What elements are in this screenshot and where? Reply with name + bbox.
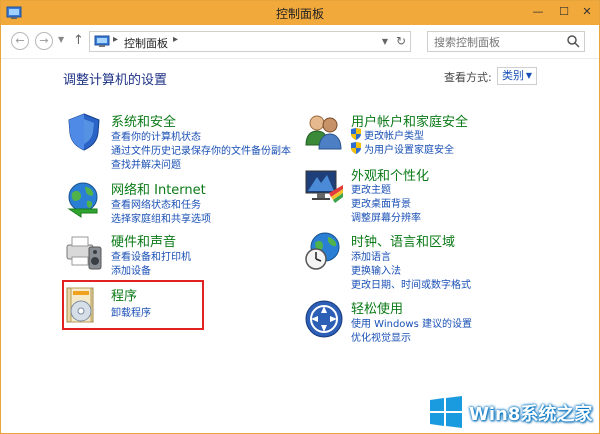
programs-highlight-box	[62, 280, 204, 330]
category-clock-language: 时钟、语言和区域 添加语言 更换输入法 更改日期、时间或数字格式	[303, 231, 533, 291]
category-hardware-sound: 硬件和声音 查看设备和打印机 添加设备	[63, 231, 293, 277]
link-change-theme[interactable]: 更改主题	[351, 181, 391, 196]
link-desktop-background[interactable]: 更改桌面背景	[351, 195, 411, 210]
view-by-value: 类别	[502, 69, 524, 82]
refresh-icon[interactable]: ↻	[396, 34, 406, 48]
ease-of-access-icon[interactable]	[303, 298, 345, 340]
uac-shield-icon	[351, 128, 361, 140]
watermark: Win8系统之家	[427, 394, 600, 434]
link-screen-resolution[interactable]: 调整屏幕分辨率	[351, 209, 421, 224]
watermark-text: Win8系统之家	[469, 404, 593, 425]
back-button[interactable]: ←	[11, 32, 29, 50]
link-date-time-format[interactable]: 更改日期、时间或数字格式	[351, 276, 471, 291]
maximize-button[interactable]: ☐	[551, 1, 577, 23]
clock-globe-icon[interactable]	[303, 231, 345, 273]
link-devices-printers[interactable]: 查看设备和打印机	[111, 248, 191, 263]
forward-button[interactable]: →	[35, 32, 53, 50]
breadcrumb-separator-icon[interactable]: ▸	[173, 34, 178, 45]
printer-speaker-icon[interactable]	[63, 231, 105, 273]
category-network-internet: 网络和 Internet 查看网络状态和任务 选择家庭组和共享选项	[63, 179, 293, 225]
search-input[interactable]	[434, 34, 558, 50]
link-homegroup-sharing[interactable]: 选择家庭组和共享选项	[111, 210, 211, 225]
address-toolbar: ← → ▼ ↑ ▸ 控制面板 ▸ ▼ ↻	[1, 25, 599, 59]
category-user-accounts: 用户帐户和家庭安全 更改帐户类型 为用户设置家庭安全	[303, 111, 533, 157]
back-arrow-icon: ←	[15, 34, 25, 47]
shield-icon[interactable]	[63, 111, 105, 153]
link-troubleshoot[interactable]: 查找并解决问题	[111, 156, 181, 171]
minimize-button[interactable]: —	[525, 1, 551, 23]
view-by-label: 查看方式:	[444, 71, 492, 84]
recent-locations-dropdown[interactable]: ▼	[58, 35, 64, 44]
search-box[interactable]	[427, 31, 585, 52]
address-bar[interactable]: ▸ 控制面板 ▸ ▼ ↻	[89, 31, 411, 52]
category-system-security: 系统和安全 查看你的计算机状态 通过文件历史记录保存你的文件备份副本 查找并解决…	[63, 111, 293, 171]
close-button[interactable]: ✕	[575, 1, 599, 23]
link-add-language[interactable]: 添加语言	[351, 248, 391, 263]
view-by-dropdown[interactable]: 类别 ▼	[497, 67, 537, 85]
link-recommended-settings[interactable]: 使用 Windows 建议的设置	[351, 315, 472, 330]
link-view-computer-status[interactable]: 查看你的计算机状态	[111, 128, 201, 143]
window-title: 控制面板	[275, 7, 324, 21]
up-arrow-button[interactable]: ↑	[73, 33, 84, 48]
link-file-history-backup[interactable]: 通过文件历史记录保存你的文件备份副本	[111, 142, 291, 157]
title-bar: 控制面板 — ☐ ✕	[1, 1, 599, 25]
windows-logo-icon	[429, 396, 463, 428]
control-panel-window: 控制面板 — ☐ ✕ ← → ▼ ↑ ▸ 控制面板 ▸ ▼ ↻ 搜索控制面板 调…	[0, 0, 600, 434]
link-network-status[interactable]: 查看网络状态和任务	[111, 196, 201, 211]
display-palette-icon[interactable]	[303, 165, 345, 207]
link-add-device[interactable]: 添加设备	[111, 262, 151, 277]
computer-icon	[94, 35, 110, 48]
breadcrumb-control-panel[interactable]: 控制面板	[124, 35, 168, 51]
link-change-account-type[interactable]: 更改帐户类型	[364, 127, 424, 142]
forward-arrow-icon: →	[39, 34, 49, 47]
network-globe-icon[interactable]	[63, 179, 105, 221]
link-optimize-display[interactable]: 优化视觉显示	[351, 329, 411, 344]
category-ease-of-access: 轻松使用 使用 Windows 建议的设置 优化视觉显示	[303, 298, 533, 344]
uac-shield-icon	[351, 142, 361, 154]
category-appearance: 外观和个性化 更改主题 更改桌面背景 调整屏幕分辨率	[303, 165, 533, 224]
link-change-input-method[interactable]: 更换输入法	[351, 262, 401, 277]
chevron-down-icon: ▼	[525, 71, 532, 80]
search-icon[interactable]	[566, 34, 580, 48]
address-dropdown-icon[interactable]: ▼	[382, 37, 388, 46]
users-icon[interactable]	[303, 111, 345, 153]
breadcrumb-separator-icon[interactable]: ▸	[113, 34, 118, 45]
link-family-safety[interactable]: 为用户设置家庭安全	[364, 141, 454, 156]
page-title: 调整计算机的设置	[63, 73, 168, 88]
